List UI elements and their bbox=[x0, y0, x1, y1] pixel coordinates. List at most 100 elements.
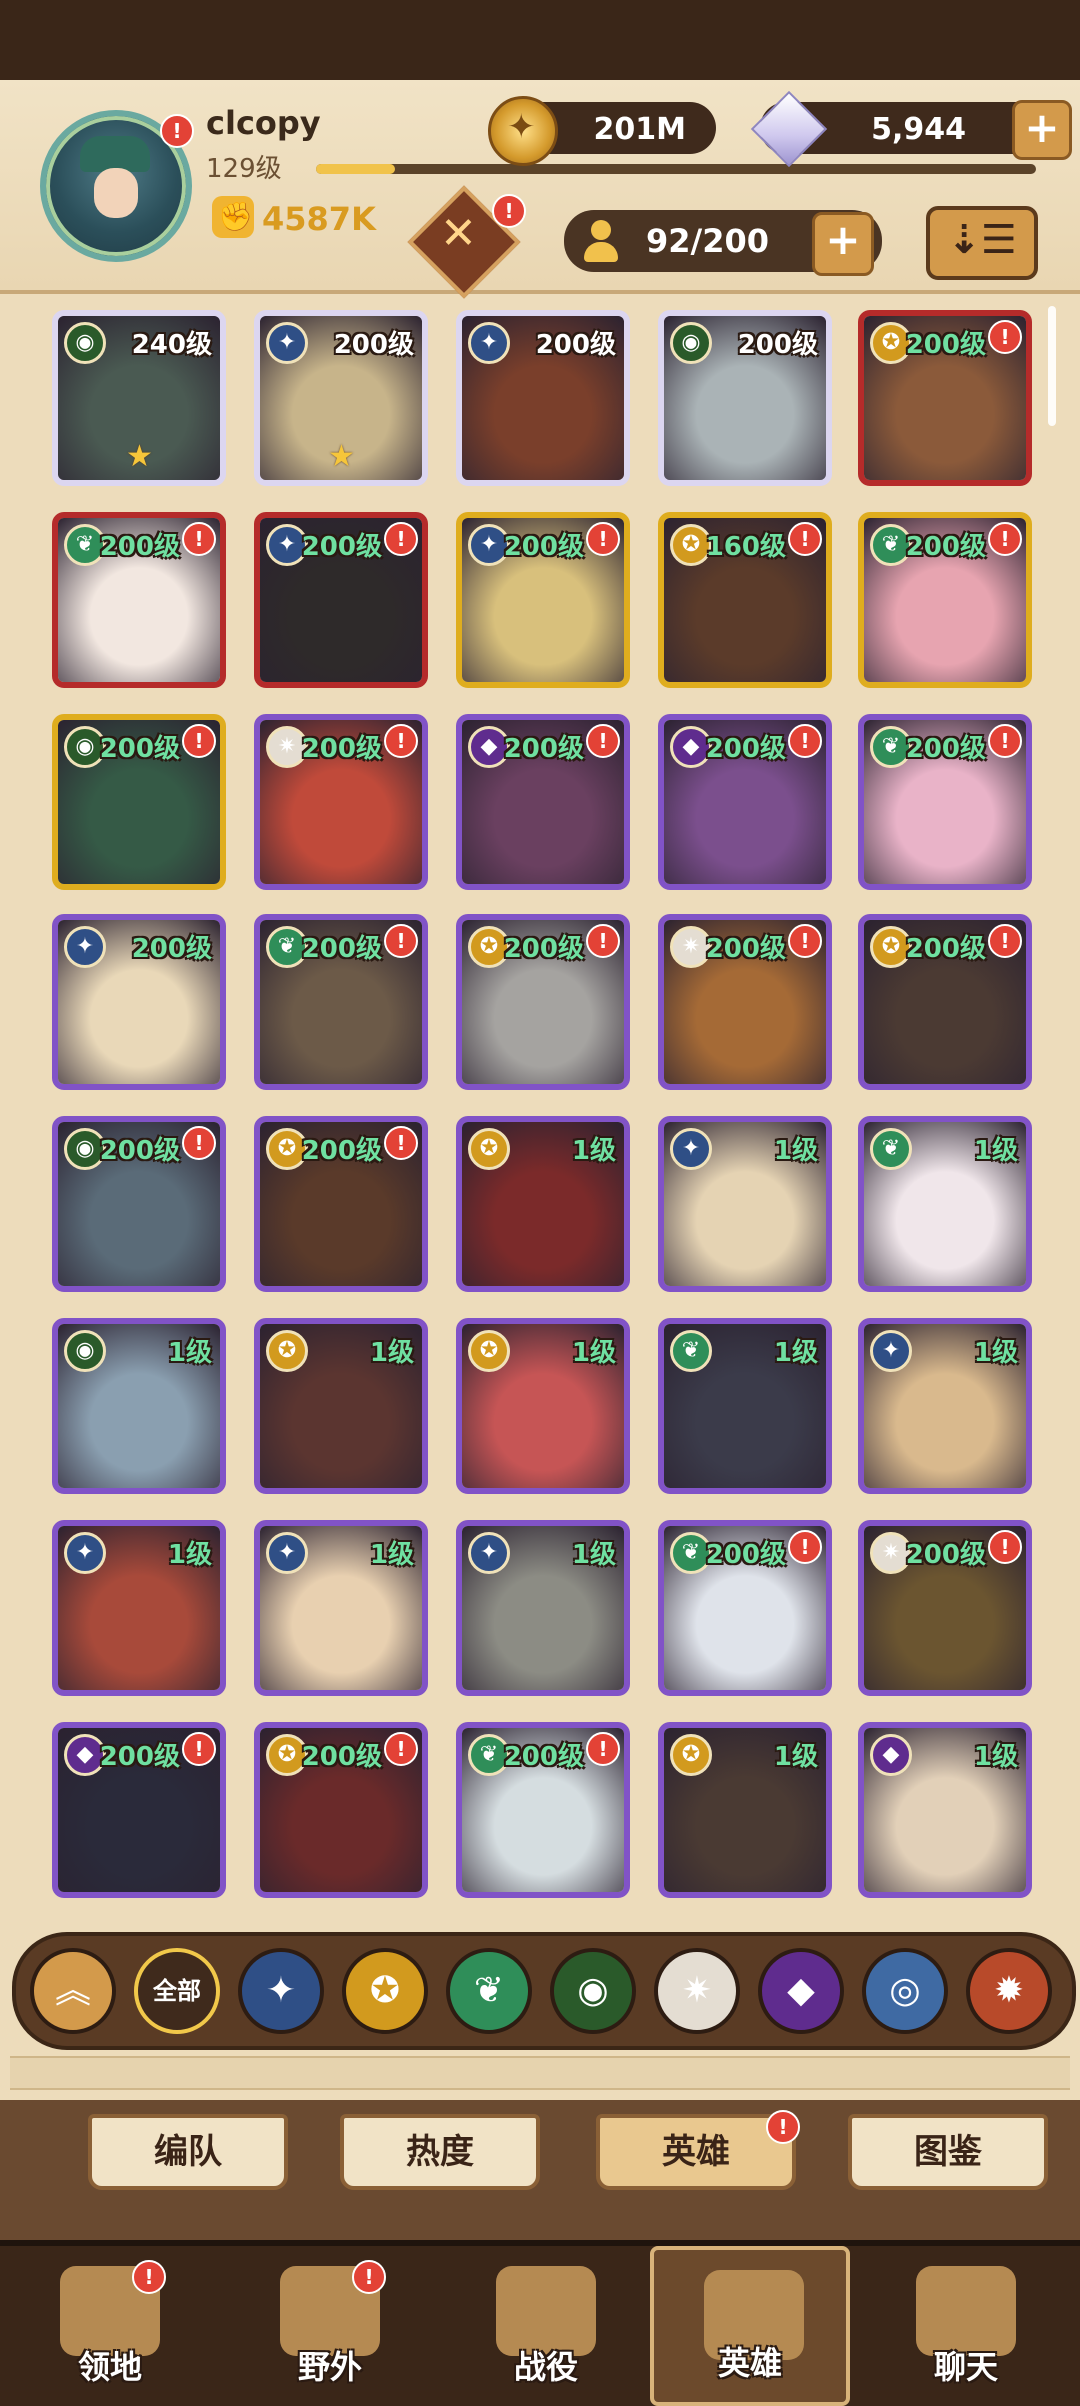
celestial-icon: ✷ bbox=[681, 1970, 713, 2011]
filter-dimensional[interactable]: ◎ bbox=[862, 1948, 948, 2034]
filter-label: 全部 bbox=[153, 1977, 201, 2005]
hero-card[interactable]: ✦ 200级 ★ bbox=[254, 310, 428, 486]
decorative-divider bbox=[10, 2056, 1070, 2090]
hero-card[interactable]: ❦ 1级 bbox=[858, 1116, 1032, 1292]
hero-level: 200级 bbox=[99, 532, 180, 562]
hero-card[interactable]: ✪ 200级! bbox=[858, 914, 1032, 1090]
hero-card[interactable]: ❦ 200级! bbox=[858, 714, 1032, 890]
avatar-face bbox=[94, 168, 138, 218]
hero-alert-badge: ! bbox=[384, 924, 418, 958]
hero-card[interactable]: ✦ 200级! bbox=[254, 512, 428, 688]
diamond-icon bbox=[750, 90, 828, 168]
lightbearer-icon: ✦ bbox=[64, 926, 106, 968]
hero-card[interactable]: ❦ 200级! bbox=[456, 1722, 630, 1898]
nav-item[interactable]: 战役 bbox=[446, 2246, 646, 2406]
hero-alert-badge: ! bbox=[586, 522, 620, 556]
filter-hypogean[interactable]: ◆ bbox=[758, 1948, 844, 2034]
hero-level: 200级 bbox=[333, 330, 414, 360]
hero-card[interactable]: ◆ 200级! bbox=[658, 714, 832, 890]
subtab[interactable]: 编队 bbox=[88, 2114, 288, 2190]
hero-card[interactable]: ✪ 1级 bbox=[456, 1116, 630, 1292]
hero-level: 200级 bbox=[99, 734, 180, 764]
hero-card[interactable]: ❦ 1级 bbox=[658, 1318, 832, 1494]
filter-mauler[interactable]: ✪ bbox=[342, 1948, 428, 2034]
filter-fire[interactable]: ✹ bbox=[966, 1948, 1052, 2034]
hero-alert-badge: ! bbox=[586, 1732, 620, 1766]
hero-card[interactable]: ❦ 200级! bbox=[858, 512, 1032, 688]
hero-card[interactable]: ✪ 1级 bbox=[658, 1722, 832, 1898]
hero-level: 200级 bbox=[535, 330, 616, 360]
hero-card[interactable]: ✷ 200级! bbox=[254, 714, 428, 890]
hero-card[interactable]: ✷ 200级! bbox=[658, 914, 832, 1090]
nav-item[interactable]: 聊天 bbox=[866, 2246, 1066, 2406]
hero-list-scrollbar[interactable] bbox=[1048, 306, 1056, 426]
hero-card[interactable]: ✷ 200级! bbox=[858, 1520, 1032, 1696]
hero-card[interactable]: ◆ 200级! bbox=[456, 714, 630, 890]
hero-card[interactable]: ✪ 160级! bbox=[658, 512, 832, 688]
hero-grid: ◉ 240级 ★ ✦ 200级 ★ ✦ 200级 ◉ 200级 ✪ 200级! ❦ 200级! ✦ 200级!… bbox=[44, 310, 1034, 1910]
graveborn-icon: ◉ bbox=[670, 322, 712, 364]
hero-card[interactable]: ✦ 200级 bbox=[52, 914, 226, 1090]
hero-card[interactable]: ◉ 1级 bbox=[52, 1318, 226, 1494]
hero-card[interactable]: ✪ 1级 bbox=[254, 1318, 428, 1494]
filter-collapse[interactable]: ︽ bbox=[30, 1948, 116, 2034]
filter-wilder[interactable]: ❦ bbox=[446, 1948, 532, 2034]
diamond-amount: 5,944 bbox=[871, 112, 966, 147]
hero-level: 240级 bbox=[131, 330, 212, 360]
subtab[interactable]: 英雄! bbox=[596, 2110, 800, 2190]
hero-card[interactable]: ❦ 200级! bbox=[254, 914, 428, 1090]
hero-level: 1级 bbox=[369, 1540, 414, 1570]
star-icon: ★ bbox=[126, 439, 153, 474]
filter-lightbearer[interactable]: ✦ bbox=[238, 1948, 324, 2034]
person-icon bbox=[582, 220, 620, 264]
nav-item[interactable]: 野外! bbox=[230, 2246, 430, 2406]
hero-card[interactable]: ✦ 1级 bbox=[52, 1520, 226, 1696]
filter-celestial[interactable]: ✷ bbox=[654, 1948, 740, 2034]
expand-capacity-button[interactable]: + bbox=[812, 212, 874, 276]
hero-alert-badge: ! bbox=[788, 724, 822, 758]
hero-card[interactable]: ❦ 200级! bbox=[52, 512, 226, 688]
filter-all[interactable]: 全部 bbox=[134, 1948, 220, 2034]
subtab[interactable]: 图鉴 bbox=[848, 2114, 1048, 2190]
hero-card[interactable]: ✪ 200级! bbox=[456, 914, 630, 1090]
status-bar-area bbox=[0, 0, 1080, 80]
hero-card[interactable]: ✦ 200级! bbox=[456, 512, 630, 688]
hero-level: 1级 bbox=[773, 1338, 818, 1368]
hero-card[interactable]: ◉ 200级! bbox=[52, 1116, 226, 1292]
buy-diamonds-button[interactable]: + bbox=[1012, 100, 1072, 160]
nav-item[interactable]: 英雄 bbox=[650, 2246, 850, 2406]
mauler-icon: ✪ bbox=[369, 1970, 401, 2011]
hero-alert-badge: ! bbox=[988, 320, 1022, 354]
hero-card[interactable]: ◉ 200级 bbox=[658, 310, 832, 486]
hero-card[interactable]: ❦ 200级! bbox=[658, 1520, 832, 1696]
filter-graveborn[interactable]: ◉ bbox=[550, 1948, 636, 2034]
hero-level: 200级 bbox=[737, 330, 818, 360]
subtab-label: 英雄 bbox=[662, 2132, 730, 2172]
hero-card[interactable]: ✦ 1级 bbox=[658, 1116, 832, 1292]
hero-card[interactable]: ◆ 200级! bbox=[52, 1722, 226, 1898]
hero-card[interactable]: ✪ 1级 bbox=[456, 1318, 630, 1494]
nav-item[interactable]: 领地! bbox=[10, 2246, 210, 2406]
nav-alert-badge: ! bbox=[132, 2260, 166, 2294]
hero-card[interactable]: ✪ 200级! bbox=[254, 1722, 428, 1898]
sort-button[interactable]: ⇣☰ bbox=[926, 206, 1038, 280]
subtab[interactable]: 热度 bbox=[340, 2114, 540, 2190]
nav-label: 聊天 bbox=[933, 2348, 998, 2386]
lightbearer-icon: ✦ bbox=[468, 1532, 510, 1574]
hero-card[interactable]: ✦ 1级 bbox=[254, 1520, 428, 1696]
hero-card[interactable]: ✦ 200级 bbox=[456, 310, 630, 486]
hero-alert-badge: ! bbox=[182, 522, 216, 556]
hero-card[interactable]: ✪ 200级! bbox=[858, 310, 1032, 486]
hero-card[interactable]: ✪ 200级! bbox=[254, 1116, 428, 1292]
hero-card[interactable]: ◉ 200级! bbox=[52, 714, 226, 890]
hero-level: 200级 bbox=[905, 1540, 986, 1570]
mauler-icon: ✪ bbox=[468, 1128, 510, 1170]
wilder-icon: ❦ bbox=[870, 1128, 912, 1170]
hero-card[interactable]: ◉ 240级 ★ bbox=[52, 310, 226, 486]
hero-card[interactable]: ◆ 1级 bbox=[858, 1722, 1032, 1898]
hero-level: 1级 bbox=[973, 1338, 1018, 1368]
hero-alert-badge: ! bbox=[988, 724, 1022, 758]
hero-card[interactable]: ✦ 1级 bbox=[858, 1318, 1032, 1494]
hero-card[interactable]: ✦ 1级 bbox=[456, 1520, 630, 1696]
lightbearer-icon: ✦ bbox=[64, 1532, 106, 1574]
